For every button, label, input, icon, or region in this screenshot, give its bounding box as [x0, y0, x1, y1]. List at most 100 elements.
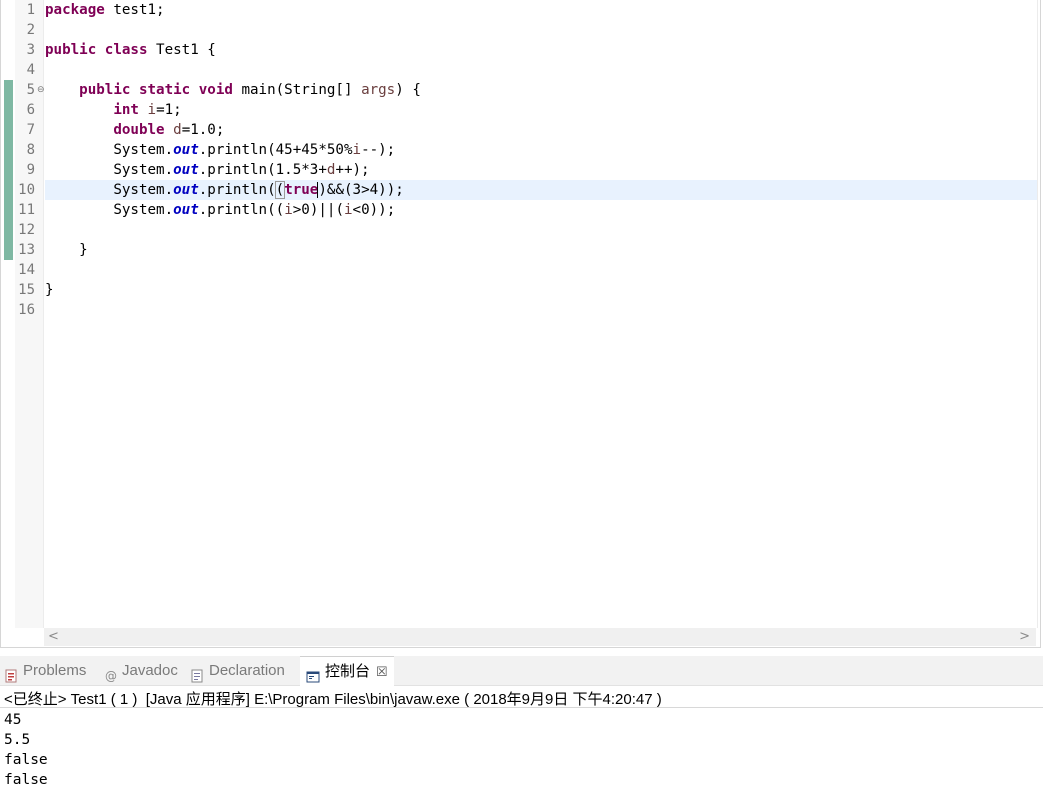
- code-line[interactable]: System.out.println((i>0)||(i<0));: [45, 200, 1037, 220]
- line-number: 9: [26, 162, 35, 178]
- tab-problems[interactable]: Problems: [4, 656, 86, 685]
- tab-declaration[interactable]: Declaration: [190, 656, 285, 685]
- horizontal-scrollbar[interactable]: < >: [44, 628, 1036, 646]
- console-output-line: false: [4, 752, 48, 768]
- overview-ruler: [1037, 0, 1038, 628]
- keyword: true: [284, 182, 319, 198]
- code-line[interactable]: }: [45, 280, 1037, 300]
- code-line[interactable]: [45, 20, 1037, 40]
- tab-label: Problems: [23, 662, 87, 679]
- matching-bracket: (: [274, 181, 286, 199]
- code-line[interactable]: [45, 300, 1037, 320]
- static-field: out: [173, 202, 199, 218]
- quick-diff-change-bar: [4, 80, 13, 260]
- keyword: package: [45, 2, 105, 18]
- code-line[interactable]: System.out.println(1.5*3+d++);: [45, 160, 1037, 180]
- tab-javadoc[interactable]: @ Javadoc: [105, 656, 178, 685]
- scroll-right-icon[interactable]: >: [1019, 628, 1030, 646]
- code-line[interactable]: [45, 220, 1037, 240]
- console-icon: [306, 665, 320, 682]
- code-text: .println(45+45*50%: [198, 142, 353, 158]
- console-output-line: 5.5: [4, 732, 31, 748]
- keyword: class: [104, 42, 148, 58]
- current-code-line[interactable]: System.out.println((true)&&(3>4));: [45, 180, 1037, 200]
- variable: i: [352, 142, 362, 158]
- console-divider: [0, 707, 1043, 708]
- code-text: }: [45, 242, 88, 258]
- variable: i: [343, 202, 353, 218]
- keyword: public: [45, 42, 97, 58]
- code-line[interactable]: }: [45, 240, 1037, 260]
- line-number: 5 ⊖: [15, 80, 45, 100]
- keyword: static: [138, 82, 191, 98]
- code-line[interactable]: int i=1;: [45, 100, 1037, 120]
- line-number: 10: [18, 182, 35, 198]
- collapse-icon[interactable]: ⊖: [37, 80, 45, 100]
- line-numbers: 1 2 3 4 5 ⊖ 6 7 8 9 10 11 12 13 14 15 16: [15, 0, 45, 320]
- code-text: }: [45, 282, 54, 298]
- line-number: 12: [18, 222, 35, 238]
- code-line[interactable]: public static void main(String[] args) {: [45, 80, 1037, 100]
- line-number: 14: [18, 262, 35, 278]
- code-text: test1;: [104, 2, 165, 18]
- code-text: =1;: [156, 102, 182, 118]
- code-line[interactable]: double d=1.0;: [45, 120, 1037, 140]
- code-line[interactable]: package test1;: [45, 0, 1037, 20]
- variable: args: [361, 82, 396, 98]
- line-number: 13: [18, 242, 35, 258]
- tab-label: Declaration: [209, 662, 285, 679]
- line-number: 7: [26, 122, 35, 138]
- console-output-line: 45: [4, 712, 22, 728]
- line-number: 3: [26, 42, 35, 58]
- line-number: 4: [26, 62, 35, 78]
- console-output[interactable]: 45 5.5 false false: [4, 710, 48, 790]
- line-number: 16: [18, 302, 35, 318]
- keyword: public: [79, 82, 131, 98]
- code-line[interactable]: [45, 260, 1037, 280]
- console-process-header: <已终止> Test1 ( 1 ) [Java 应用程序] E:\Program…: [4, 691, 662, 708]
- console-output-line: false: [4, 772, 48, 788]
- variable: d: [173, 122, 182, 138]
- code-text: ++);: [335, 162, 370, 178]
- javadoc-icon: @: [105, 664, 117, 683]
- line-number-text: 5: [26, 82, 35, 98]
- keyword: void: [198, 82, 233, 98]
- code-line[interactable]: [45, 60, 1037, 80]
- line-number: 1: [26, 2, 35, 18]
- close-icon[interactable]: ☒: [376, 657, 388, 686]
- variable: i: [284, 202, 293, 218]
- code-line[interactable]: System.out.println(45+45*50%i--);: [45, 140, 1037, 160]
- code-text: .println((: [198, 202, 285, 218]
- code-text: System.: [113, 182, 174, 198]
- declaration-icon: [190, 664, 204, 682]
- variable: i: [147, 102, 157, 118]
- code-text: &&(3>4));: [326, 182, 404, 198]
- source-code[interactable]: package test1; public class Test1 { publ…: [45, 0, 1037, 320]
- code-text: main(String[]: [232, 82, 362, 98]
- tab-label: 控制台: [325, 663, 371, 680]
- line-number: 15: [18, 282, 35, 298]
- scroll-left-icon[interactable]: <: [48, 628, 59, 646]
- code-line[interactable]: public class Test1 {: [45, 40, 1037, 60]
- problems-icon: [4, 664, 18, 682]
- code-text: >0)||(: [292, 202, 344, 218]
- static-field: out: [173, 162, 199, 178]
- code-editor[interactable]: 1 2 3 4 5 ⊖ 6 7 8 9 10 11 12 13 14 15 16 …: [0, 0, 1043, 650]
- code-text: System.: [113, 142, 174, 158]
- code-text: System.: [113, 202, 174, 218]
- static-field: out: [173, 142, 199, 158]
- svg-text:@: @: [105, 669, 117, 683]
- code-text: <0));: [352, 202, 396, 218]
- code-text: ): [318, 182, 327, 198]
- keyword: double: [113, 122, 165, 138]
- tab-console[interactable]: 控制台 ☒: [300, 656, 394, 686]
- code-text: =1.0;: [181, 122, 225, 138]
- code-text: System.: [113, 162, 174, 178]
